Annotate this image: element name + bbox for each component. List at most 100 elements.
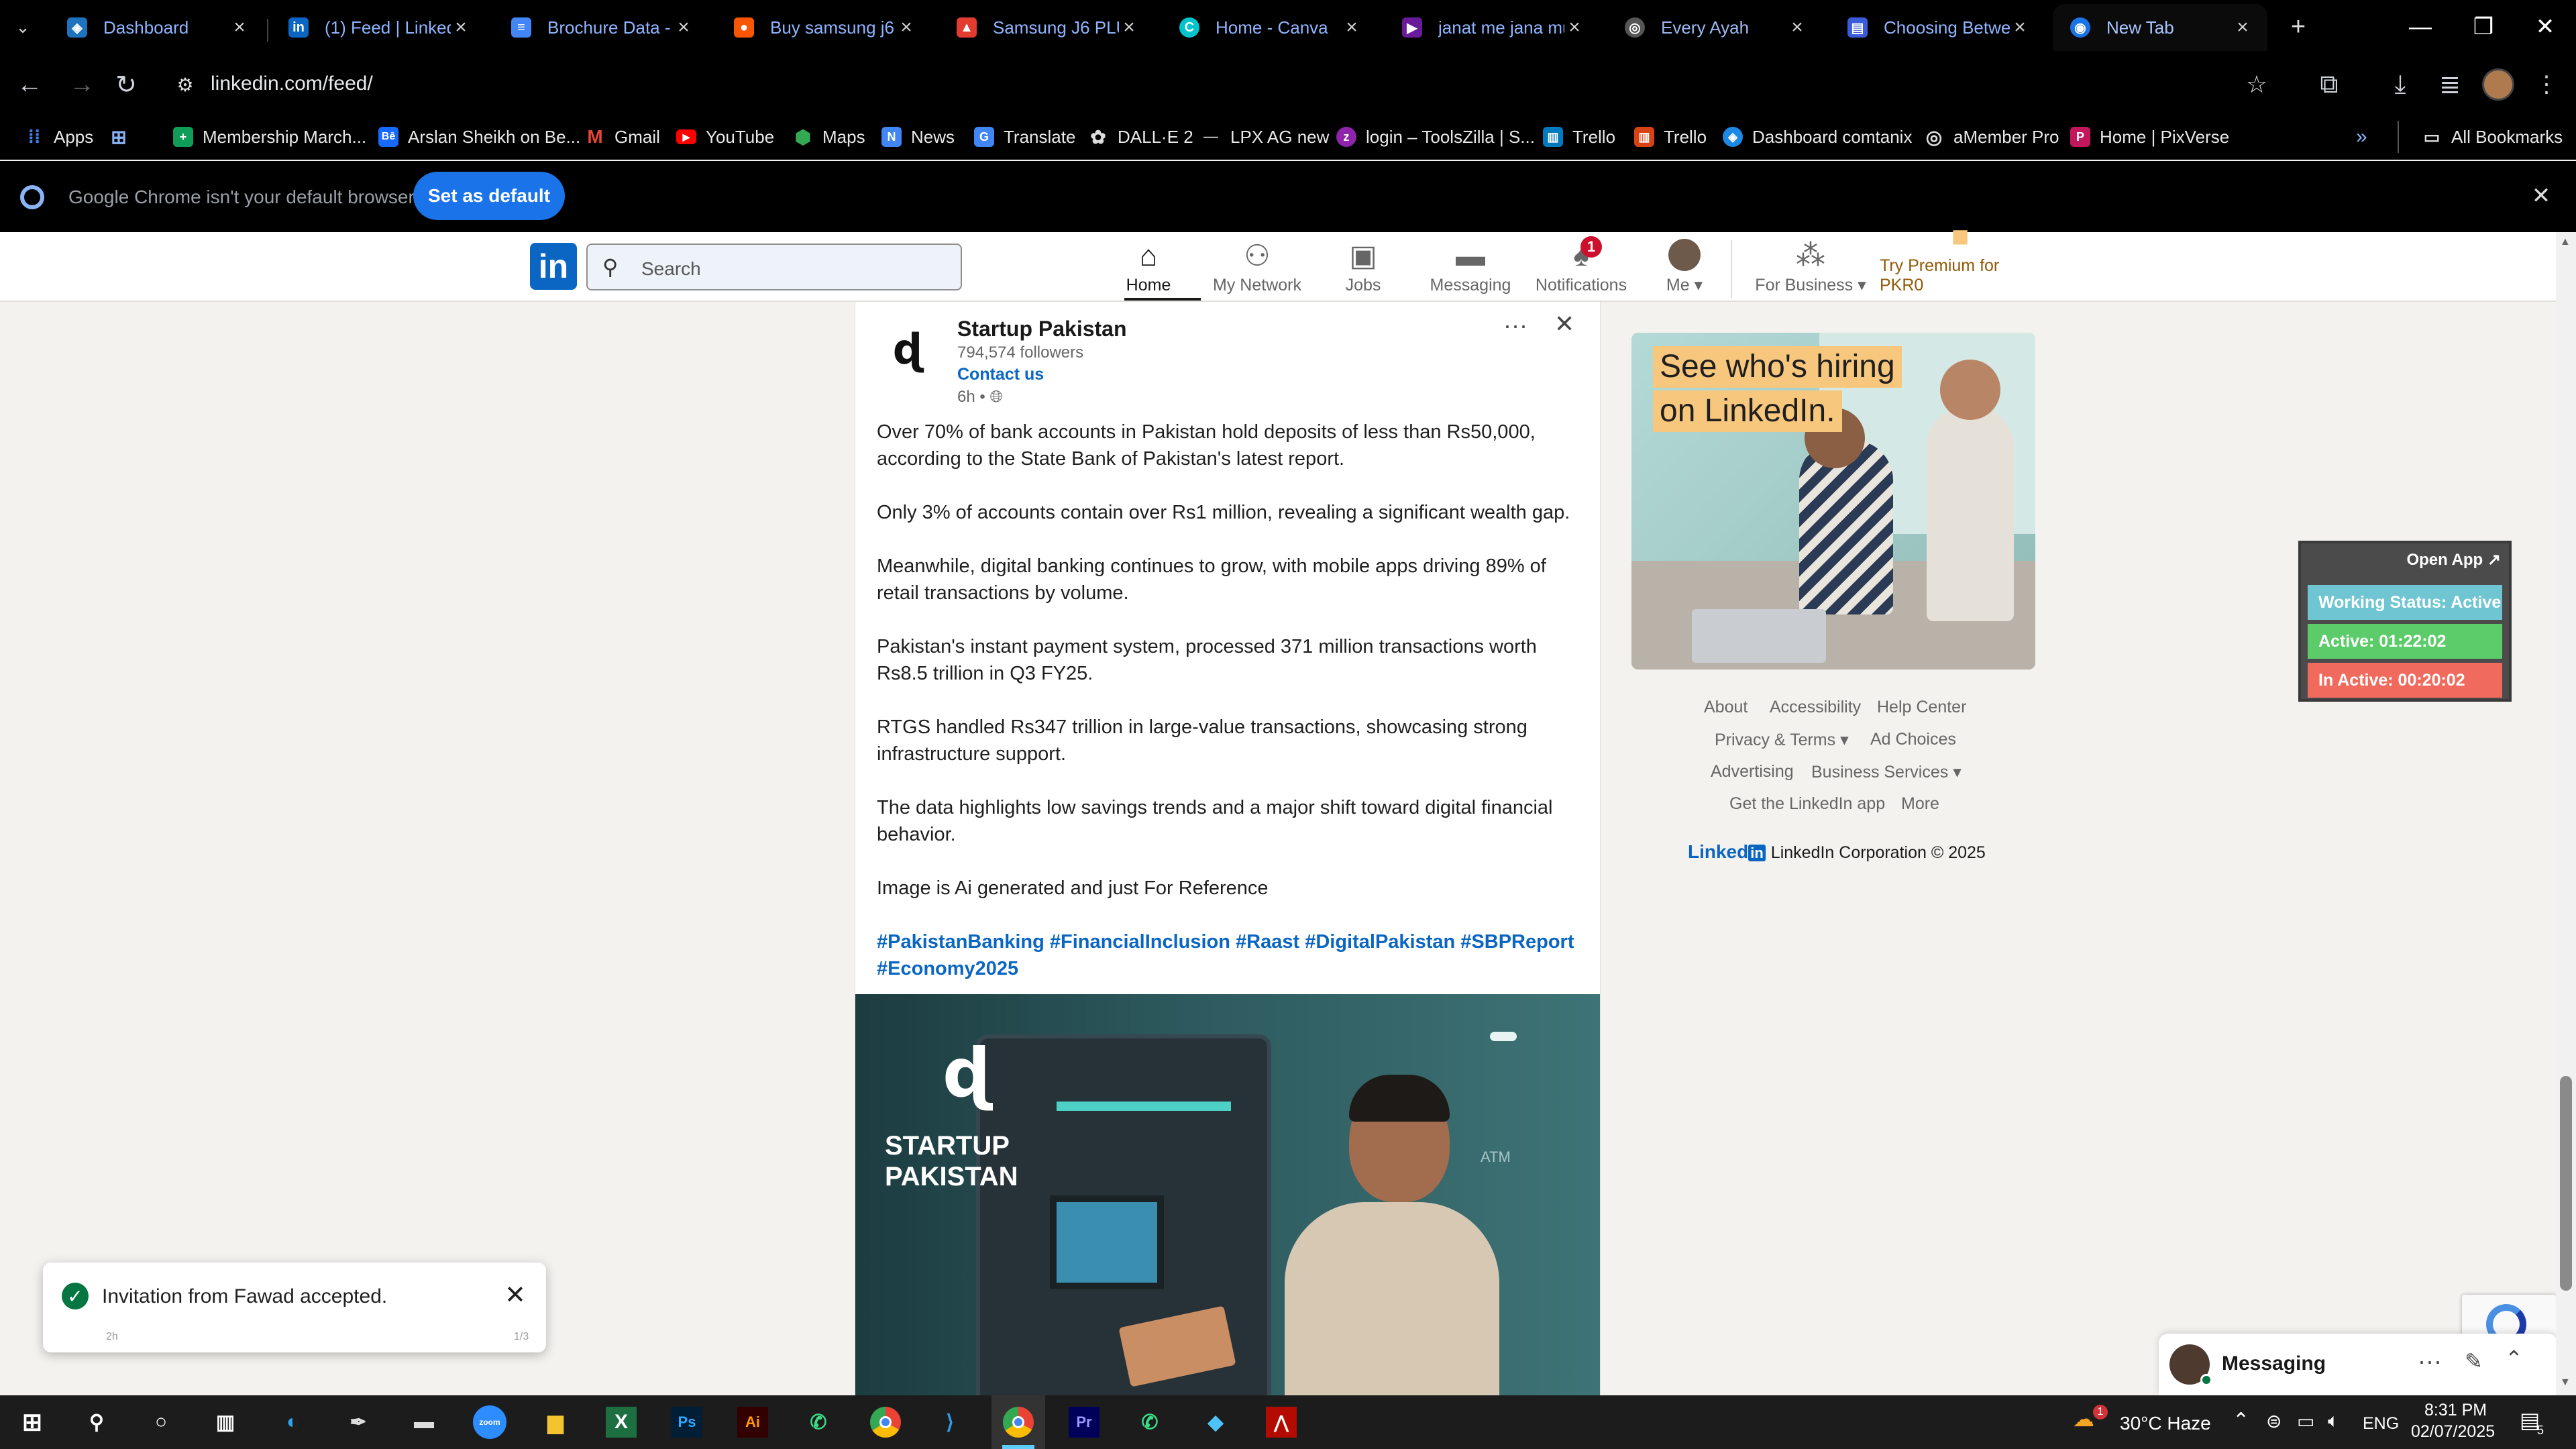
language-indicator[interactable]: ENG xyxy=(2363,1414,2399,1434)
nav-jobs[interactable]: ▣ Jobs xyxy=(1316,235,1410,301)
footer-adchoices-link[interactable]: Ad Choices xyxy=(1870,730,1956,749)
chevron-up-icon[interactable]: ⌃ xyxy=(2505,1346,2523,1371)
task-view-icon[interactable]: ▥ xyxy=(205,1402,246,1442)
messaging-title[interactable]: Messaging xyxy=(2222,1352,2326,1375)
close-window-icon[interactable]: ✕ xyxy=(2514,0,2576,54)
page-scrollbar[interactable]: ▲ ▼ xyxy=(2556,232,2576,1395)
nav-messaging[interactable]: ▬ Messaging xyxy=(1424,235,1517,301)
bookmark-toolszilla[interactable]: z login – ToolsZilla | S... xyxy=(1336,121,1535,153)
chrome-menu-icon[interactable]: ⋮ xyxy=(2526,64,2567,105)
network-tray-icon[interactable]: ▭ xyxy=(2297,1410,2314,1432)
bookmark-trello-2[interactable]: ▥ Trello xyxy=(1634,121,1707,153)
chrome-active-taskbar-icon[interactable] xyxy=(998,1402,1038,1442)
tab-canva[interactable]: C Home - Canva × xyxy=(1162,4,1377,51)
footer-advertising-link[interactable]: Advertising xyxy=(1711,762,1794,782)
site-info-icon[interactable]: ⚙ xyxy=(172,71,199,98)
zoom-icon[interactable]: zoom xyxy=(470,1402,510,1442)
post-author[interactable]: Startup Pakistan xyxy=(957,317,1127,341)
tab-new-tab[interactable]: ◉ New Tab × xyxy=(2053,4,2267,51)
nav-home[interactable]: ⌂ Home xyxy=(1102,235,1195,301)
footer-more-link[interactable]: More xyxy=(1901,794,1939,814)
tab-janat[interactable]: ▶ janat me jana mushkil × xyxy=(1385,4,1599,51)
bookmark-lpx[interactable]: — LPX AG new xyxy=(1201,121,1329,153)
vscode-icon[interactable]: ⟩ xyxy=(930,1402,970,1442)
all-bookmarks[interactable]: ▭ All Bookmarks xyxy=(2422,121,2563,153)
clock-time[interactable]: 8:31 PM xyxy=(2424,1401,2487,1420)
downloads-icon[interactable]: ⤓ xyxy=(2380,64,2420,105)
phone-link-icon[interactable]: ✆ xyxy=(1130,1402,1170,1442)
scroll-up-icon[interactable]: ▲ xyxy=(2560,236,2571,248)
excel-icon[interactable]: X xyxy=(601,1402,641,1442)
close-tab-icon[interactable]: × xyxy=(1564,17,1585,38)
windows-start-icon[interactable]: ⊞ xyxy=(12,1402,52,1442)
bookmark-youtube[interactable]: ▶ YouTube xyxy=(676,121,774,153)
url-text[interactable]: linkedin.com/feed/ xyxy=(211,72,373,95)
bookmarks-overflow-icon[interactable]: » xyxy=(2356,121,2367,153)
media-control-icon[interactable]: ≣ xyxy=(2430,64,2470,105)
tab-linkedin-feed[interactable]: in (1) Feed | LinkedIn × xyxy=(271,4,486,51)
back-icon[interactable]: ← xyxy=(9,64,50,105)
profile-avatar[interactable] xyxy=(2482,68,2514,101)
close-tab-icon[interactable]: × xyxy=(896,17,916,38)
close-infobar-icon[interactable]: ✕ xyxy=(2526,181,2556,211)
phone-app-icon[interactable]: ✆ xyxy=(798,1402,839,1442)
nav-try-premium[interactable]: ■ Try Premium for PKR0 xyxy=(1880,220,2041,301)
more-options-icon[interactable]: ··· xyxy=(1503,311,1527,339)
bookmark-membership[interactable]: + Membership March... xyxy=(173,121,366,153)
reload-icon[interactable]: ↻ xyxy=(106,64,146,105)
footer-business-link[interactable]: Business Services ▾ xyxy=(1811,762,1962,782)
bookmark-tab-groups[interactable]: ⊞ xyxy=(109,121,138,153)
volume-icon[interactable]: 🔈︎ xyxy=(2328,1410,2339,1432)
linkedin-logo-icon[interactable]: in xyxy=(530,243,577,290)
footer-help-link[interactable]: Help Center xyxy=(1877,698,1966,717)
edge-icon[interactable]: ◐ xyxy=(272,1402,313,1442)
bookmark-arslan[interactable]: Bē Arslan Sheikh on Be... xyxy=(378,121,580,153)
file-explorer-icon[interactable]: ▆ xyxy=(535,1402,576,1442)
post-hashtags[interactable]: #PakistanBanking #FinancialInclusion #Ra… xyxy=(877,928,1574,982)
bookmark-trello[interactable]: ▥ Trello xyxy=(1543,121,1615,153)
close-tab-icon[interactable]: × xyxy=(2233,17,2253,38)
restore-icon[interactable]: ❐ xyxy=(2453,0,2514,54)
close-tab-icon[interactable]: × xyxy=(229,17,250,38)
nav-me[interactable]: Me ▾ xyxy=(1641,235,1728,301)
search-input[interactable]: ⚲ Search xyxy=(586,244,962,290)
bookmark-gmail[interactable]: M Gmail xyxy=(585,121,660,153)
close-tab-icon[interactable]: × xyxy=(1787,17,1807,38)
compose-icon[interactable]: ✎ xyxy=(2465,1348,2483,1374)
chrome-taskbar-icon[interactable] xyxy=(865,1402,906,1442)
bookmark-dashboard-comtanix[interactable]: ◈ Dashboard comtanix xyxy=(1723,121,1912,153)
app-diamond-icon[interactable]: ◆ xyxy=(1195,1402,1236,1442)
tab-brochure-data[interactable]: ≡ Brochure Data - Google Docs × xyxy=(494,4,708,51)
address-bar[interactable]: ⚙ linkedin.com/feed/ ☆ xyxy=(164,63,2284,106)
terminal-icon[interactable]: ▬ xyxy=(404,1402,444,1442)
messaging-bar[interactable]: Messaging ··· ✎ ⌃ xyxy=(2159,1334,2557,1395)
tab-samsung-j6[interactable]: ▲ Samsung J6 PLUS × xyxy=(939,4,1154,51)
cortana-icon[interactable]: ○ xyxy=(141,1402,181,1442)
scroll-down-icon[interactable]: ▼ xyxy=(2560,1377,2571,1389)
weather-text[interactable]: 30°C Haze xyxy=(2120,1413,2211,1434)
search-taskbar-icon[interactable]: ⚲ xyxy=(76,1402,117,1442)
dismiss-post-icon[interactable]: ✕ xyxy=(1554,310,1574,338)
footer-accessibility-link[interactable]: Accessibility xyxy=(1770,698,1861,717)
acrobat-icon[interactable]: ⋀ xyxy=(1261,1402,1301,1442)
close-tab-icon[interactable]: × xyxy=(674,17,694,38)
close-tab-icon[interactable]: × xyxy=(1119,17,1139,38)
bookmark-news[interactable]: N News xyxy=(881,121,955,153)
new-tab-icon[interactable]: + xyxy=(2284,12,2313,42)
pen-tool-icon[interactable]: ✒ xyxy=(338,1402,378,1442)
clock-date[interactable]: 02/07/2025 xyxy=(2411,1422,2495,1442)
bookmark-apps[interactable]: ⁞⁞ Apps xyxy=(24,121,94,153)
bookmark-maps[interactable]: ⬢ Maps xyxy=(793,121,865,153)
company-logo[interactable]: ɖ xyxy=(879,321,936,377)
scrollbar-thumb[interactable] xyxy=(2560,1076,2572,1291)
open-app-link[interactable]: Open App ↗ xyxy=(2406,550,2501,570)
forward-icon[interactable]: → xyxy=(62,64,102,105)
footer-privacy-link[interactable]: Privacy & Terms ▾ xyxy=(1715,730,1849,750)
premiere-icon[interactable]: Pr xyxy=(1064,1402,1104,1442)
tab-search-icon[interactable]: ⌄ xyxy=(9,13,36,40)
bookmark-star-icon[interactable]: ☆ xyxy=(2241,68,2273,101)
bookmark-amember[interactable]: ◎ aMember Pro xyxy=(1924,121,2059,153)
extensions-icon[interactable]: ⧉ xyxy=(2309,64,2349,105)
tab-every-ayah[interactable]: ◎ Every Ayah × xyxy=(1607,4,1822,51)
close-tab-icon[interactable]: × xyxy=(2010,17,2030,38)
